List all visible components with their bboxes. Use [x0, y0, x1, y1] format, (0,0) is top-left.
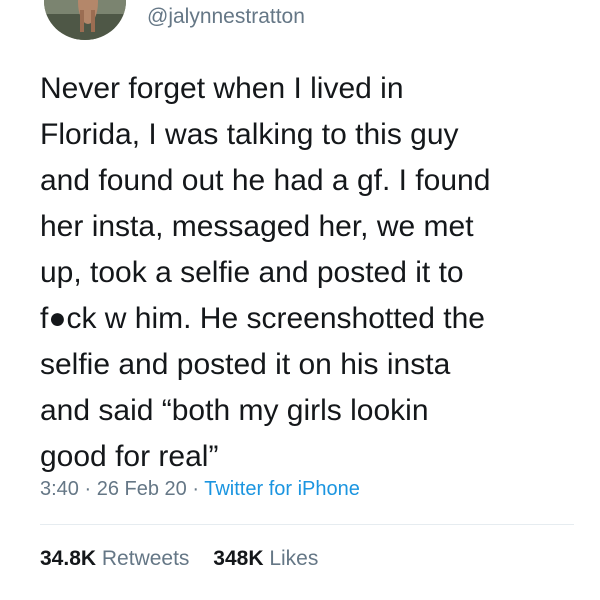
tweet-text-line: and found out he had a gf. I found — [40, 164, 491, 197]
avatar-photo-icon — [44, 0, 126, 40]
tweet-stats: 34.8K Retweets 348K Likes — [40, 547, 336, 571]
retweets-label: Retweets — [101, 547, 190, 570]
divider — [40, 524, 574, 525]
likes-stat[interactable]: 348K Likes — [213, 547, 318, 571]
tweet-text-line: selfie and posted it on his insta — [40, 348, 451, 381]
meta-separator: · — [192, 478, 200, 500]
tweet-text-line: up, took a selfie and posted it to — [40, 256, 464, 289]
retweets-count: 34.8K — [40, 547, 97, 570]
tweet-header: @jalynnestratton — [0, 0, 600, 46]
tweet-metadata: 3:40 · 26 Feb 20 · Twitter for iPhone — [40, 478, 360, 501]
likes-count: 348K — [213, 547, 264, 570]
tweet-text-line: and said “both my girls lookin — [40, 394, 429, 427]
meta-separator: · — [84, 478, 92, 500]
tweet-text-line: her insta, messaged her, we met — [40, 210, 474, 243]
tweet-time[interactable]: 3:40 — [40, 478, 79, 500]
tweet-text: Never forget when I lived in Florida, I … — [40, 66, 580, 480]
tweet-text-line: f●ck w him. He screenshotted the — [40, 302, 485, 335]
tweet-detail-view: @jalynnestratton Never forget when I liv… — [0, 0, 600, 600]
tweet-source-link[interactable]: Twitter for iPhone — [204, 478, 360, 500]
avatar[interactable] — [44, 0, 126, 40]
likes-label: Likes — [269, 547, 319, 570]
user-handle[interactable]: @jalynnestratton — [147, 5, 305, 29]
tweet-text-line: Florida, I was talking to this guy — [40, 118, 459, 151]
tweet-date[interactable]: 26 Feb 20 — [97, 478, 187, 500]
tweet-text-line: good for real” — [40, 440, 219, 473]
retweets-stat[interactable]: 34.8K Retweets — [40, 547, 189, 571]
tweet-text-line: Never forget when I lived in — [40, 72, 404, 105]
